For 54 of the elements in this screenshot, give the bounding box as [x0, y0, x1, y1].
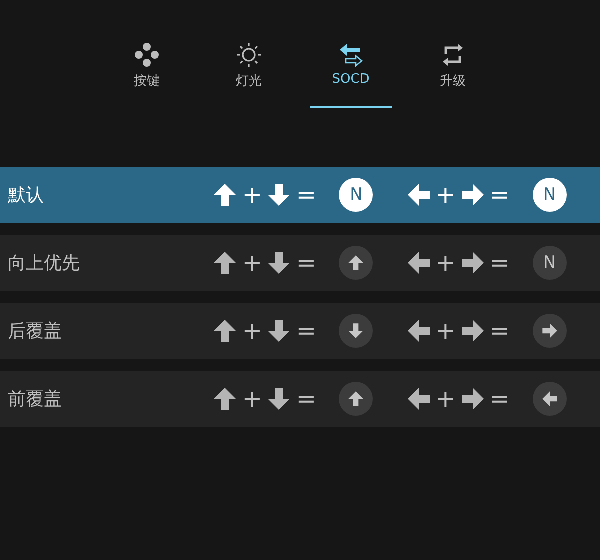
result-badge: N: [532, 246, 567, 280]
plus-sign: +: [241, 319, 264, 343]
mode-row[interactable]: 向上优先 + = + = N: [0, 235, 600, 291]
dots-icon: [132, 42, 162, 68]
arrow-left-icon: [406, 183, 431, 207]
result-badge: N: [339, 178, 374, 212]
arrow-left-icon: [542, 391, 558, 407]
mode-label: 向上优先: [7, 252, 81, 275]
equals-sign: =: [295, 319, 318, 343]
arrow-up-icon: [213, 251, 238, 275]
mode-row[interactable]: 前覆盖 + = + =: [0, 371, 600, 427]
plus-sign: +: [241, 387, 264, 411]
mode-row[interactable]: 默认 + = N + = N: [0, 167, 600, 223]
tab[interactable]: SOCD: [310, 42, 392, 108]
plus-sign: +: [434, 251, 457, 275]
arrow-up-icon: [213, 387, 238, 411]
arrow-left-icon: [406, 387, 431, 411]
arrow-down-icon: [267, 251, 292, 275]
arrow-up-icon: [348, 391, 364, 407]
arrow-right-icon: [460, 319, 485, 343]
arrow-down-icon: [267, 183, 292, 207]
plus-sign: +: [434, 387, 457, 411]
arrow-right-icon: [460, 183, 485, 207]
arrow-right-icon: [460, 251, 485, 275]
mode-label: 默认: [7, 184, 45, 207]
arrow-left-icon: [406, 251, 431, 275]
equals-sign: =: [488, 251, 511, 275]
plus-sign: +: [241, 183, 264, 207]
arrow-up-icon: [213, 183, 238, 207]
arrow-down-icon: [267, 319, 292, 343]
mode-label: 后覆盖: [7, 320, 63, 343]
arrow-left-icon: [406, 319, 431, 343]
mode-row[interactable]: 后覆盖 + = + =: [0, 303, 600, 359]
mode-label: 前覆盖: [7, 388, 63, 411]
arrow-right-icon: [542, 323, 558, 339]
equals-sign: =: [295, 387, 318, 411]
arrow-up-icon: [348, 255, 364, 271]
equals-sign: =: [488, 183, 511, 207]
plus-sign: +: [241, 251, 264, 275]
arrow-right-icon: [460, 387, 485, 411]
plus-sign: +: [434, 319, 457, 343]
arrow-up-icon: [213, 319, 238, 343]
equals-sign: =: [488, 387, 511, 411]
equals-sign: =: [295, 251, 318, 275]
tab[interactable]: 灯光: [208, 42, 290, 108]
plus-sign: +: [434, 183, 457, 207]
result-badge: N: [532, 178, 567, 212]
tab[interactable]: 按键: [106, 42, 188, 108]
sun-icon: [234, 42, 264, 68]
tab[interactable]: 升级: [412, 42, 494, 108]
arrow-down-icon: [267, 387, 292, 411]
equals-sign: =: [295, 183, 318, 207]
equals-sign: =: [488, 319, 511, 343]
arrow-down-icon: [348, 323, 364, 339]
